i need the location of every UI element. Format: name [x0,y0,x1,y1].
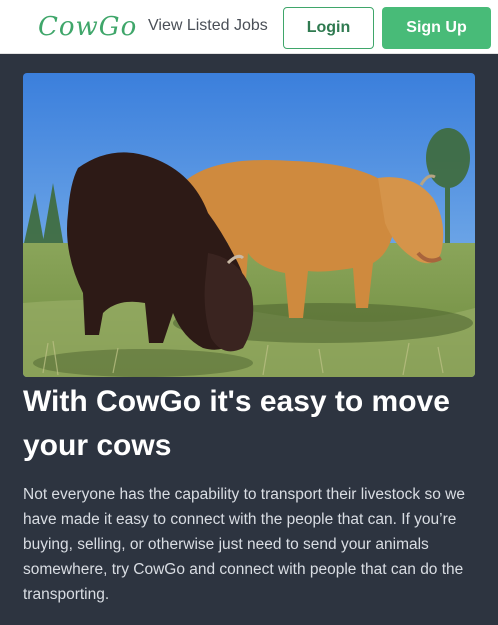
logo[interactable]: CowGo [38,12,137,42]
view-listed-jobs-link[interactable]: View Listed Jobs [148,17,268,35]
navbar: CowGo View Listed Jobs Login Sign Up [0,0,498,54]
hero-description: Not everyone has the capability to trans… [23,486,465,603]
hero-headline: With CowGo it's easy to move your cows [23,385,450,462]
login-button[interactable]: Login [283,7,374,49]
signup-button[interactable]: Sign Up [382,7,491,49]
hero-image [23,73,475,377]
cows-illustration [23,73,475,377]
